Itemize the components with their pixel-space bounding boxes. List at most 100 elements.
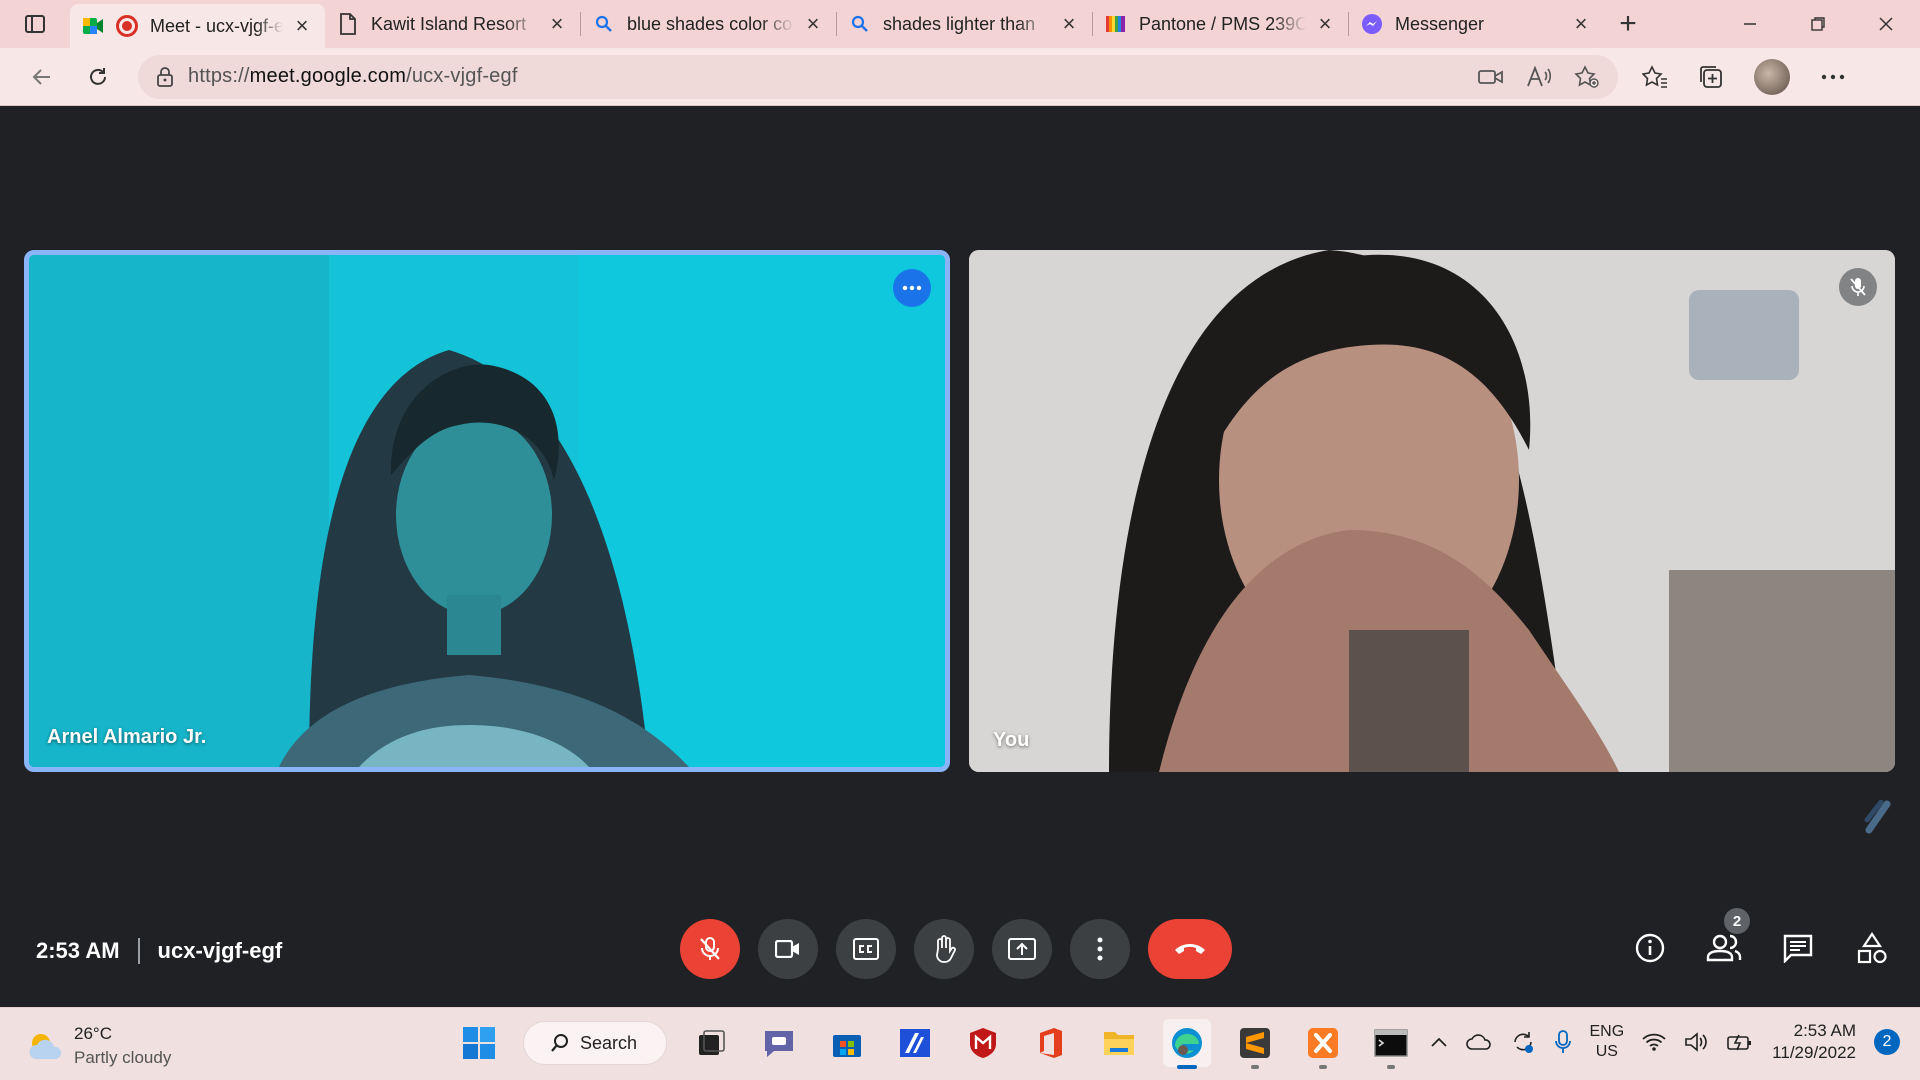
weather-temperature: 26°C [74, 1024, 112, 1043]
system-clock[interactable]: 2:53 AM 11/29/2022 [1772, 1020, 1856, 1064]
taskbar-apps: Search [455, 1019, 1415, 1069]
xampp-button[interactable] [1299, 1019, 1347, 1069]
collections-icon[interactable] [1698, 64, 1724, 90]
close-tab-icon[interactable]: × [1314, 11, 1336, 36]
notification-badge[interactable]: 2 [1874, 1029, 1900, 1055]
app-ai-button[interactable] [891, 1019, 939, 1067]
terminal-button[interactable] [1367, 1019, 1415, 1069]
clock-time: 2:53 AM [1793, 1021, 1856, 1040]
start-button[interactable] [455, 1019, 503, 1067]
new-tab-button[interactable]: + [1604, 4, 1652, 44]
microphone-icon[interactable] [1554, 1030, 1572, 1054]
edge-icon [1172, 1028, 1202, 1058]
teams-chat-button[interactable] [755, 1019, 803, 1067]
participant-tile-remote[interactable]: Arnel Almario Jr. [24, 250, 950, 772]
chat-button[interactable] [1780, 930, 1816, 966]
present-screen-button[interactable] [992, 919, 1052, 979]
office-icon [1040, 1028, 1062, 1058]
input-language[interactable]: ENG US [1590, 1022, 1625, 1062]
weather-widget[interactable]: 26°C Partly cloudy [26, 1022, 171, 1070]
file-explorer-button[interactable] [1095, 1019, 1143, 1067]
microsoft-store-button[interactable] [823, 1019, 871, 1067]
restore-button[interactable] [1784, 0, 1852, 48]
browser-toolbar: https://meet.google.com/ucx-vjgf-egf [0, 48, 1920, 106]
pantone-icon [1105, 13, 1127, 35]
read-aloud-icon[interactable] [1526, 65, 1552, 88]
clock-date: 11/29/2022 [1772, 1043, 1856, 1062]
chevron-up-icon[interactable] [1430, 1036, 1448, 1048]
onedrive-icon[interactable] [1465, 1033, 1492, 1051]
hang-up-icon [1175, 944, 1205, 954]
tab-messenger[interactable]: Messenger × [1349, 4, 1604, 44]
more-options-icon[interactable] [1820, 73, 1846, 81]
profile-avatar[interactable] [1754, 58, 1790, 95]
more-options-button[interactable] [1070, 919, 1130, 979]
back-arrow-icon [32, 68, 50, 85]
captions-button[interactable] [836, 919, 896, 979]
tab-title: blue shades color code [627, 13, 794, 34]
participant-options-button[interactable] [893, 269, 931, 307]
sublime-text-button[interactable] [1231, 1019, 1279, 1069]
people-button[interactable]: 2 [1706, 908, 1750, 966]
meeting-details: 2:53 AM ucx-vjgf-egf [36, 938, 282, 964]
extension-logo-icon[interactable] [1856, 797, 1896, 837]
tab-actions-button[interactable] [0, 0, 70, 48]
self-video [969, 250, 1895, 772]
edge-browser-button[interactable] [1163, 1019, 1211, 1069]
raise-hand-button[interactable] [914, 919, 974, 979]
mic-off-icon [700, 937, 720, 960]
refresh-icon [90, 67, 106, 85]
more-horizontal-icon [902, 285, 922, 291]
close-icon [1879, 17, 1893, 31]
tab-title: shades lighter than [883, 13, 1036, 34]
minimize-button[interactable] [1716, 0, 1784, 48]
close-tab-icon[interactable]: × [291, 13, 313, 38]
tab-kawit[interactable]: Kawit Island Resort × [325, 4, 580, 44]
windows-logo-icon [463, 1027, 495, 1059]
office-button[interactable] [1027, 1019, 1075, 1067]
tab-pantone[interactable]: Pantone / PMS 239C × [1093, 4, 1348, 44]
back-button[interactable] [14, 48, 70, 106]
meeting-details-button[interactable] [1632, 930, 1668, 966]
participant-name: Arnel Almario Jr. [47, 726, 207, 748]
task-view-button[interactable] [687, 1019, 735, 1067]
close-window-button[interactable] [1852, 0, 1920, 48]
partly-cloudy-icon [29, 1034, 62, 1059]
camera-in-use-icon[interactable] [1478, 67, 1504, 87]
task-view-icon [699, 1030, 725, 1055]
close-tab-icon[interactable]: × [546, 11, 568, 36]
taskbar-search[interactable]: Search [523, 1021, 667, 1065]
closed-captions-icon [853, 938, 879, 960]
activities-button[interactable] [1854, 930, 1890, 966]
search-icon [551, 1034, 568, 1052]
leave-call-button[interactable] [1148, 919, 1232, 979]
call-controls [680, 919, 1232, 979]
store-icon [833, 1035, 861, 1057]
mcafee-button[interactable] [959, 1019, 1007, 1067]
toggle-mic-button[interactable] [680, 919, 740, 979]
favorites-icon[interactable] [1642, 64, 1668, 89]
close-tab-icon[interactable]: × [1058, 11, 1080, 36]
participant-tile-self[interactable]: You [969, 250, 1895, 772]
mcafee-icon [970, 1028, 996, 1058]
add-favorite-icon[interactable] [1574, 64, 1600, 89]
battery-icon[interactable] [1726, 1032, 1754, 1052]
active-indicator [1177, 1065, 1197, 1069]
meet-control-bar: 2:53 AM ucx-vjgf-egf 2 [0, 900, 1920, 1006]
volume-icon[interactable] [1684, 1031, 1708, 1053]
sync-icon[interactable] [1510, 1029, 1536, 1055]
people-icon [1706, 934, 1742, 962]
close-tab-icon[interactable]: × [802, 11, 824, 36]
tab-shades-lighter[interactable]: shades lighter than × [837, 4, 1092, 44]
close-tab-icon[interactable]: × [1570, 11, 1592, 36]
wifi-icon[interactable] [1642, 1032, 1666, 1052]
tab-meet[interactable]: Meet - ucx-vjgf-egf × [70, 4, 325, 48]
people-count-badge: 2 [1724, 908, 1750, 934]
refresh-button[interactable] [70, 48, 126, 106]
tab-blue-shades[interactable]: blue shades color code × [581, 4, 836, 44]
address-bar[interactable]: https://meet.google.com/ucx-vjgf-egf [138, 54, 1618, 99]
toggle-camera-button[interactable] [758, 919, 818, 979]
url-text: https://meet.google.com/ucx-vjgf-egf [188, 65, 518, 87]
toolbar-actions [1642, 58, 1846, 95]
sublime-text-icon [1240, 1028, 1270, 1058]
